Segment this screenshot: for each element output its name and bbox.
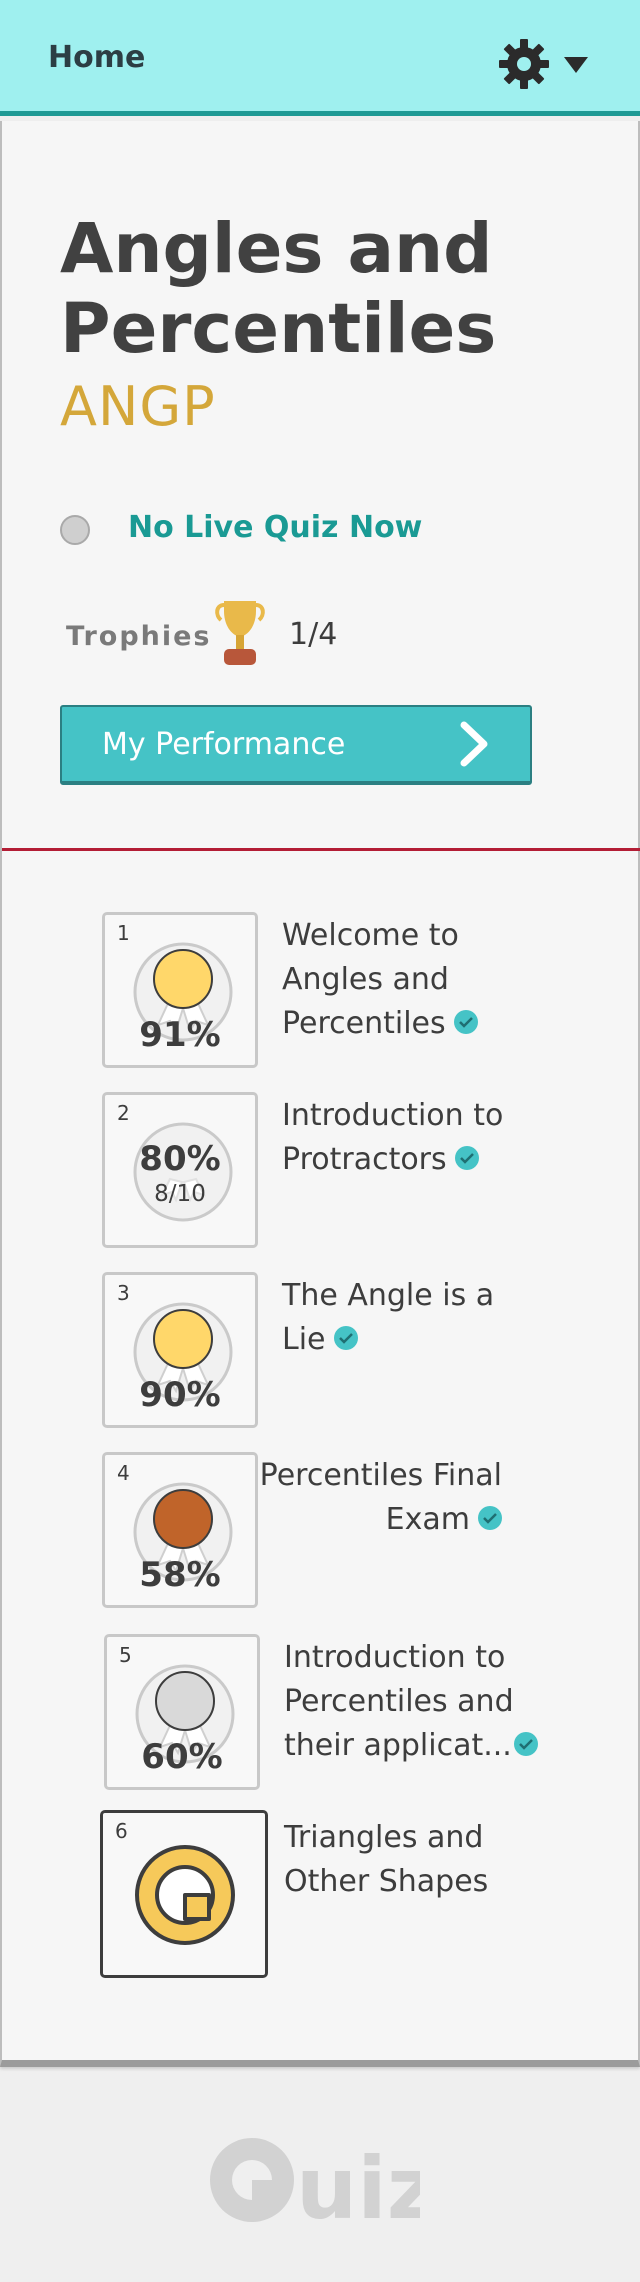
live-quiz-status: No Live Quiz Now — [128, 510, 423, 545]
lesson-score: 58% — [139, 1555, 221, 1595]
lesson-title-1[interactable]: Welcome to Angles and Percentiles — [282, 914, 478, 1046]
check-circle-icon — [333, 1325, 358, 1350]
caret-down-icon[interactable] — [562, 54, 590, 76]
lesson-title-3[interactable]: The Angle is a Lie — [282, 1274, 494, 1362]
lesson-tile-5[interactable]: 5 60% — [104, 1634, 260, 1790]
quiz-logo: uiz — [210, 2138, 420, 2228]
lesson-score: 60% — [141, 1737, 223, 1777]
check-circle-icon — [478, 1505, 502, 1530]
check-circle-icon — [454, 1145, 479, 1170]
trophies-label: Trophies — [66, 621, 212, 652]
lesson-number: 3 — [117, 1281, 130, 1305]
lesson-number: 5 — [119, 1643, 132, 1667]
check-circle-icon — [513, 1731, 538, 1756]
lesson-score: 91% — [139, 1015, 221, 1055]
course-code: ANGP — [60, 375, 216, 438]
lesson-number: 1 — [117, 921, 130, 945]
lesson-tile-4[interactable]: 4 58% — [102, 1452, 258, 1608]
my-performance-label: My Performance — [102, 727, 346, 762]
lesson-tile-1[interactable]: 1 91% — [102, 912, 258, 1068]
trophy-icon — [215, 601, 265, 665]
quiz-token-icon — [135, 1845, 235, 1945]
lesson-score: 90% — [139, 1375, 221, 1415]
live-status-indicator — [60, 515, 90, 545]
lesson-tile-3[interactable]: 3 90% — [102, 1272, 258, 1428]
lesson-score: 80% — [139, 1139, 221, 1179]
section-divider — [2, 848, 640, 851]
trophies-count: 1/4 — [289, 617, 338, 652]
top-nav-bar: Home — [0, 0, 640, 116]
home-link[interactable]: Home — [48, 40, 145, 75]
lesson-title-4[interactable]: Percentiles Final Exam — [252, 1454, 502, 1542]
lesson-title-5[interactable]: Introduction to Percentiles and their ap… — [284, 1636, 538, 1768]
chevron-right-icon — [460, 721, 488, 767]
lesson-tile-2[interactable]: 2 80% 8/10 — [102, 1092, 258, 1248]
lesson-number: 4 — [117, 1461, 130, 1485]
lesson-title-2[interactable]: Introduction to Protractors — [282, 1094, 503, 1182]
lesson-number: 6 — [115, 1819, 128, 1843]
lesson-score-detail: 8/10 — [154, 1181, 206, 1207]
lesson-title-6[interactable]: Triangles and Other Shapes — [284, 1816, 488, 1904]
my-performance-button[interactable]: My Performance — [60, 705, 532, 785]
svg-text:uiz: uiz — [296, 2139, 420, 2228]
gear-icon[interactable] — [498, 38, 550, 90]
course-title: Angles and Percentiles — [60, 209, 497, 369]
lesson-number: 2 — [117, 1101, 130, 1125]
course-card: Angles and Percentiles ANGP No Live Quiz… — [0, 121, 640, 2067]
check-circle-icon — [453, 1009, 478, 1034]
lesson-tile-6[interactable]: 6 — [100, 1810, 268, 1978]
